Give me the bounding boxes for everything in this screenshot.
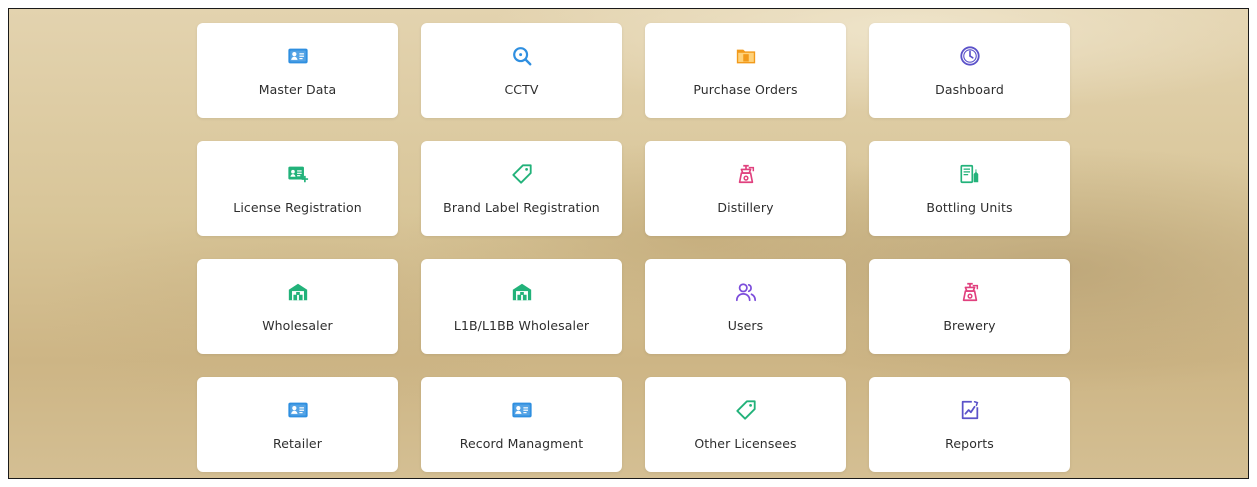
tile-users[interactable]: Users bbox=[645, 259, 846, 354]
tile-label: Other Licensees bbox=[694, 436, 797, 451]
tile-brand-label-registration[interactable]: Brand Label Registration bbox=[421, 141, 622, 236]
tile-label: Wholesaler bbox=[262, 318, 333, 333]
tile-label: Reports bbox=[945, 436, 994, 451]
tile-label: Retailer bbox=[273, 436, 322, 451]
tile-label: Users bbox=[727, 318, 764, 333]
folder-icon bbox=[735, 45, 757, 67]
tile-label: Brand Label Registration bbox=[443, 200, 600, 215]
tile-purchase-orders[interactable]: Purchase Orders bbox=[645, 23, 846, 118]
tile-label: Distillery bbox=[717, 200, 774, 215]
tag-icon bbox=[735, 399, 757, 421]
tile-label: Record Managment bbox=[459, 436, 584, 451]
distillery-icon bbox=[735, 163, 757, 185]
tile-label: Brewery bbox=[943, 318, 996, 333]
tile-label: License Registration bbox=[233, 200, 362, 215]
tile-label: Master Data bbox=[258, 82, 337, 97]
tile-label: Bottling Units bbox=[926, 200, 1013, 215]
tag-icon bbox=[511, 163, 533, 185]
tile-label: Dashboard bbox=[935, 82, 1004, 97]
tile-master-data[interactable]: Master Data bbox=[197, 23, 398, 118]
id-card-icon bbox=[287, 399, 309, 421]
tile-bottling-units[interactable]: Bottling Units bbox=[869, 141, 1070, 236]
warehouse-icon bbox=[511, 281, 533, 303]
id-card-icon bbox=[287, 45, 309, 67]
tile-cctv[interactable]: CCTV bbox=[421, 23, 622, 118]
tile-label: CCTV bbox=[504, 82, 539, 97]
tile-dashboard[interactable]: Dashboard bbox=[869, 23, 1070, 118]
search-icon bbox=[511, 45, 533, 67]
tile-label: Purchase Orders bbox=[693, 82, 798, 97]
module-grid: Master Data CCTV Purchase Orders Dashboard L… bbox=[197, 23, 1070, 472]
id-card-icon bbox=[511, 399, 533, 421]
license-card-icon bbox=[287, 163, 309, 185]
tile-reports[interactable]: Reports bbox=[869, 377, 1070, 472]
tile-record-managment[interactable]: Record Managment bbox=[421, 377, 622, 472]
bottling-icon bbox=[959, 163, 981, 185]
tile-wholesaler[interactable]: Wholesaler bbox=[197, 259, 398, 354]
clock-icon bbox=[959, 45, 981, 67]
tile-retailer[interactable]: Retailer bbox=[197, 377, 398, 472]
tile-license-registration[interactable]: License Registration bbox=[197, 141, 398, 236]
brewery-icon bbox=[959, 281, 981, 303]
tile-brewery[interactable]: Brewery bbox=[869, 259, 1070, 354]
tile-l1b-l1bb-wholesaler[interactable]: L1B/L1BB Wholesaler bbox=[421, 259, 622, 354]
app-background: Master Data CCTV Purchase Orders Dashboard L… bbox=[8, 8, 1249, 479]
tile-label: L1B/L1BB Wholesaler bbox=[453, 318, 590, 333]
tile-other-licensees[interactable]: Other Licensees bbox=[645, 377, 846, 472]
warehouse-icon bbox=[287, 281, 309, 303]
tile-distillery[interactable]: Distillery bbox=[645, 141, 846, 236]
users-icon bbox=[735, 281, 757, 303]
report-icon bbox=[959, 399, 981, 421]
